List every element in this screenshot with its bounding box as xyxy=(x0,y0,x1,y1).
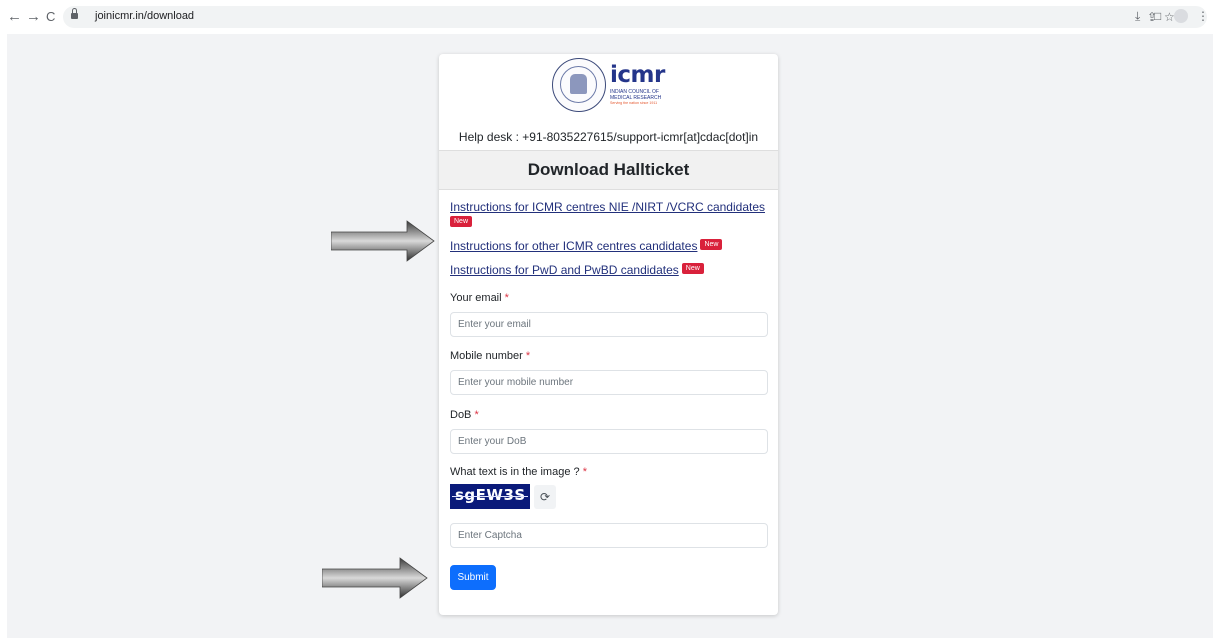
logo-word: icmr xyxy=(610,62,665,88)
mobile-label: Mobile number * xyxy=(450,350,531,362)
dob-field[interactable] xyxy=(450,429,768,454)
instruction-row-other-centres: Instructions for other ICMR centres cand… xyxy=(450,239,723,253)
refresh-captcha-icon[interactable]: ⟳ xyxy=(534,485,556,509)
profile-avatar-icon[interactable] xyxy=(1174,9,1188,23)
forward-icon[interactable]: → xyxy=(26,9,41,25)
back-icon[interactable]: ← xyxy=(7,9,22,25)
mobile-number-field[interactable] xyxy=(450,370,768,395)
instruction-link-nie-nirt-vcrc[interactable]: Instructions for ICMR centres NIE /NIRT … xyxy=(450,200,765,214)
new-badge: New xyxy=(700,239,723,250)
submit-button[interactable]: Submit xyxy=(450,565,496,590)
email-label: Your email * xyxy=(450,292,509,304)
arrow-icon xyxy=(331,220,435,262)
email-field[interactable] xyxy=(450,312,768,337)
logo-tagline: Serving the nation since 1911 xyxy=(610,101,658,105)
lock-icon[interactable] xyxy=(71,8,78,19)
title-bar: Download Hallticket xyxy=(439,150,778,190)
page-title: Download Hallticket xyxy=(527,160,690,179)
captcha-image-text: sgEW3S xyxy=(455,486,526,504)
new-badge: New xyxy=(681,263,704,274)
captcha-field[interactable] xyxy=(450,523,768,548)
captcha-image: sgEW3S xyxy=(450,484,530,509)
icmr-logo: icmr INDIAN COUNCIL OF MEDICAL RESEARCH … xyxy=(610,64,665,106)
arrow-icon xyxy=(322,557,428,599)
reload-icon[interactable]: C xyxy=(46,9,55,25)
instruction-link-pwd[interactable]: Instructions for PwD and PwBD candidates xyxy=(450,263,679,277)
hallticket-card: icmr INDIAN COUNCIL OF MEDICAL RESEARCH … xyxy=(439,54,778,615)
icmr-emblem-icon xyxy=(552,58,606,112)
instruction-link-other-centres[interactable]: Instructions for other ICMR centres cand… xyxy=(450,239,697,253)
download-icon[interactable]: ⤓ xyxy=(1135,9,1140,23)
captcha-label: What text is in the image ? * xyxy=(450,466,587,478)
url-text[interactable]: joinicmr.in/download xyxy=(95,10,194,22)
dob-label: DoB * xyxy=(450,409,479,421)
side-panel-icon[interactable]: □ xyxy=(1154,9,1161,23)
instruction-row-pwd: Instructions for PwD and PwBD candidates… xyxy=(450,263,704,277)
menu-icon[interactable]: ⋮ xyxy=(1197,9,1209,23)
browser-toolbar: ← → C joinicmr.in/download ⇪ ☆ ⤓ □ ⋮ xyxy=(0,0,1219,34)
new-badge: New xyxy=(450,216,473,227)
address-bar[interactable]: joinicmr.in/download ⇪ ☆ xyxy=(63,6,1207,28)
helpdesk-text: Help desk : +91-8035227615/support-icmr[… xyxy=(458,130,759,144)
